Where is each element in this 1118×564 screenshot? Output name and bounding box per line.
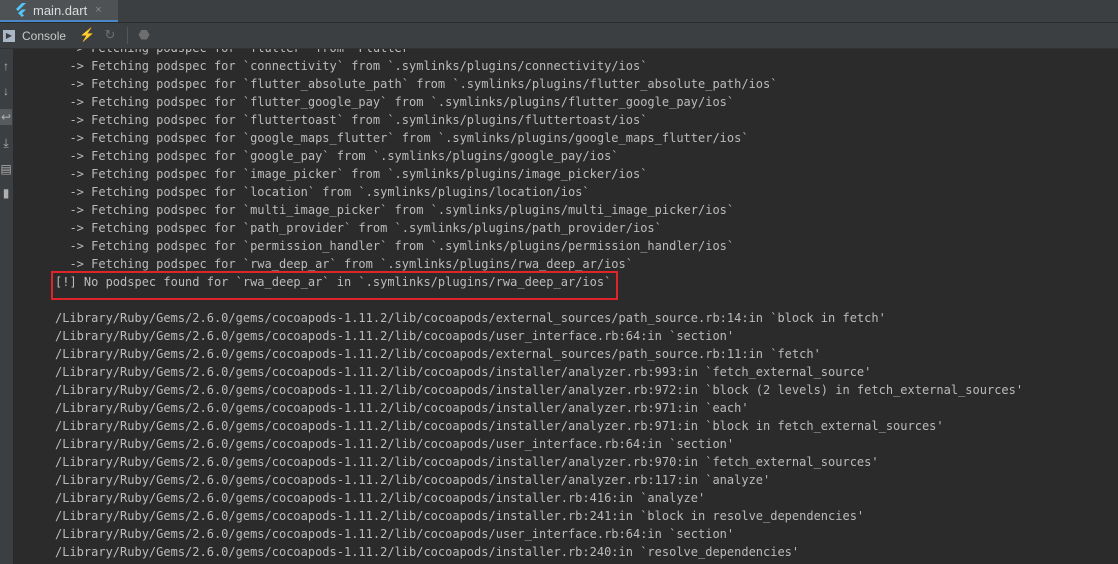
console-icon: ▶ — [3, 29, 15, 42]
console-line: -> Fetching podspec for `google_pay` fro… — [55, 149, 619, 163]
console-line: -> Fetching podspec for `connectivity` f… — [55, 59, 648, 73]
stack-trace-line: /Library/Ruby/Gems/2.6.0/gems/cocoapods-… — [55, 311, 886, 325]
stack-trace-line: /Library/Ruby/Gems/2.6.0/gems/cocoapods-… — [55, 527, 735, 541]
print-icon[interactable]: ▤ — [0, 161, 12, 177]
editor-tab-bar: main.dart × — [0, 0, 1118, 23]
stack-trace-line: /Library/Ruby/Gems/2.6.0/gems/cocoapods-… — [55, 437, 735, 451]
stack-trace-line: /Library/Ruby/Gems/2.6.0/gems/cocoapods-… — [55, 473, 771, 487]
stack-trace-line: /Library/Ruby/Gems/2.6.0/gems/cocoapods-… — [55, 329, 735, 343]
stack-trace-line: /Library/Ruby/Gems/2.6.0/gems/cocoapods-… — [55, 365, 872, 379]
stack-trace-line: /Library/Ruby/Gems/2.6.0/gems/cocoapods-… — [55, 491, 706, 505]
stack-trace-line: /Library/Ruby/Gems/2.6.0/gems/cocoapods-… — [55, 383, 1024, 397]
tab-main-dart[interactable]: main.dart × — [0, 0, 118, 22]
stack-trace-line: /Library/Ruby/Gems/2.6.0/gems/cocoapods-… — [55, 419, 944, 433]
toolbar-separator — [127, 27, 128, 44]
console-line: -> Fetching podspec for `path_provider` … — [55, 221, 662, 235]
console-toolbar: ▶ Console ⚡ ↻ ⬣ — [0, 23, 1118, 49]
stack-trace-line: /Library/Ruby/Gems/2.6.0/gems/cocoapods-… — [55, 509, 865, 523]
console-line: -> Fetching podspec for `flutter_absolut… — [55, 77, 778, 91]
console-line: -> Fetching podspec for `multi_image_pic… — [55, 203, 735, 217]
console-line: -> Fetching podspec for `flutter_google_… — [55, 95, 735, 109]
hot-reload-icon[interactable]: ⚡ — [79, 27, 95, 43]
stack-trace-line: /Library/Ruby/Gems/2.6.0/gems/cocoapods-… — [55, 401, 749, 415]
tab-title: main.dart — [33, 2, 88, 18]
stop-icon[interactable]: ⬣ — [136, 27, 152, 43]
console-output[interactable]: -> Fetching podspec for `flutter` from `… — [13, 49, 1118, 564]
console-tab-label: Console — [22, 28, 67, 43]
tab-console[interactable]: ▶ Console — [0, 23, 66, 48]
stack-trace-line: /Library/Ruby/Gems/2.6.0/gems/cocoapods-… — [55, 347, 821, 361]
console-line: -> Fetching podspec for `permission_hand… — [55, 239, 735, 253]
hot-restart-icon[interactable]: ↻ — [102, 27, 118, 43]
console-side-toolbar: ↑ ↓ ↩ ⤓ ▤ ▮ — [0, 49, 13, 564]
console-line: -> Fetching podspec for `location` from … — [55, 185, 590, 199]
stack-trace-line: /Library/Ruby/Gems/2.6.0/gems/cocoapods-… — [55, 545, 800, 559]
soft-wrap-icon[interactable]: ↩ — [0, 109, 12, 125]
console-line: -> Fetching podspec for `flutter` from `… — [55, 49, 416, 57]
scroll-to-end-icon[interactable]: ⤓ — [0, 135, 12, 151]
console-line: -> Fetching podspec for `image_picker` f… — [55, 167, 648, 181]
scroll-up-icon[interactable]: ↑ — [0, 58, 12, 74]
console-line: -> Fetching podspec for `fluttertoast` f… — [55, 113, 648, 127]
flutter-icon — [16, 3, 26, 17]
clear-all-icon[interactable]: ▮ — [0, 185, 12, 201]
scroll-down-icon[interactable]: ↓ — [0, 83, 12, 99]
error-highlight-box — [51, 271, 618, 300]
close-icon[interactable]: × — [95, 4, 101, 16]
console-line: -> Fetching podspec for `google_maps_flu… — [55, 131, 749, 145]
stack-trace-line: /Library/Ruby/Gems/2.6.0/gems/cocoapods-… — [55, 455, 879, 469]
